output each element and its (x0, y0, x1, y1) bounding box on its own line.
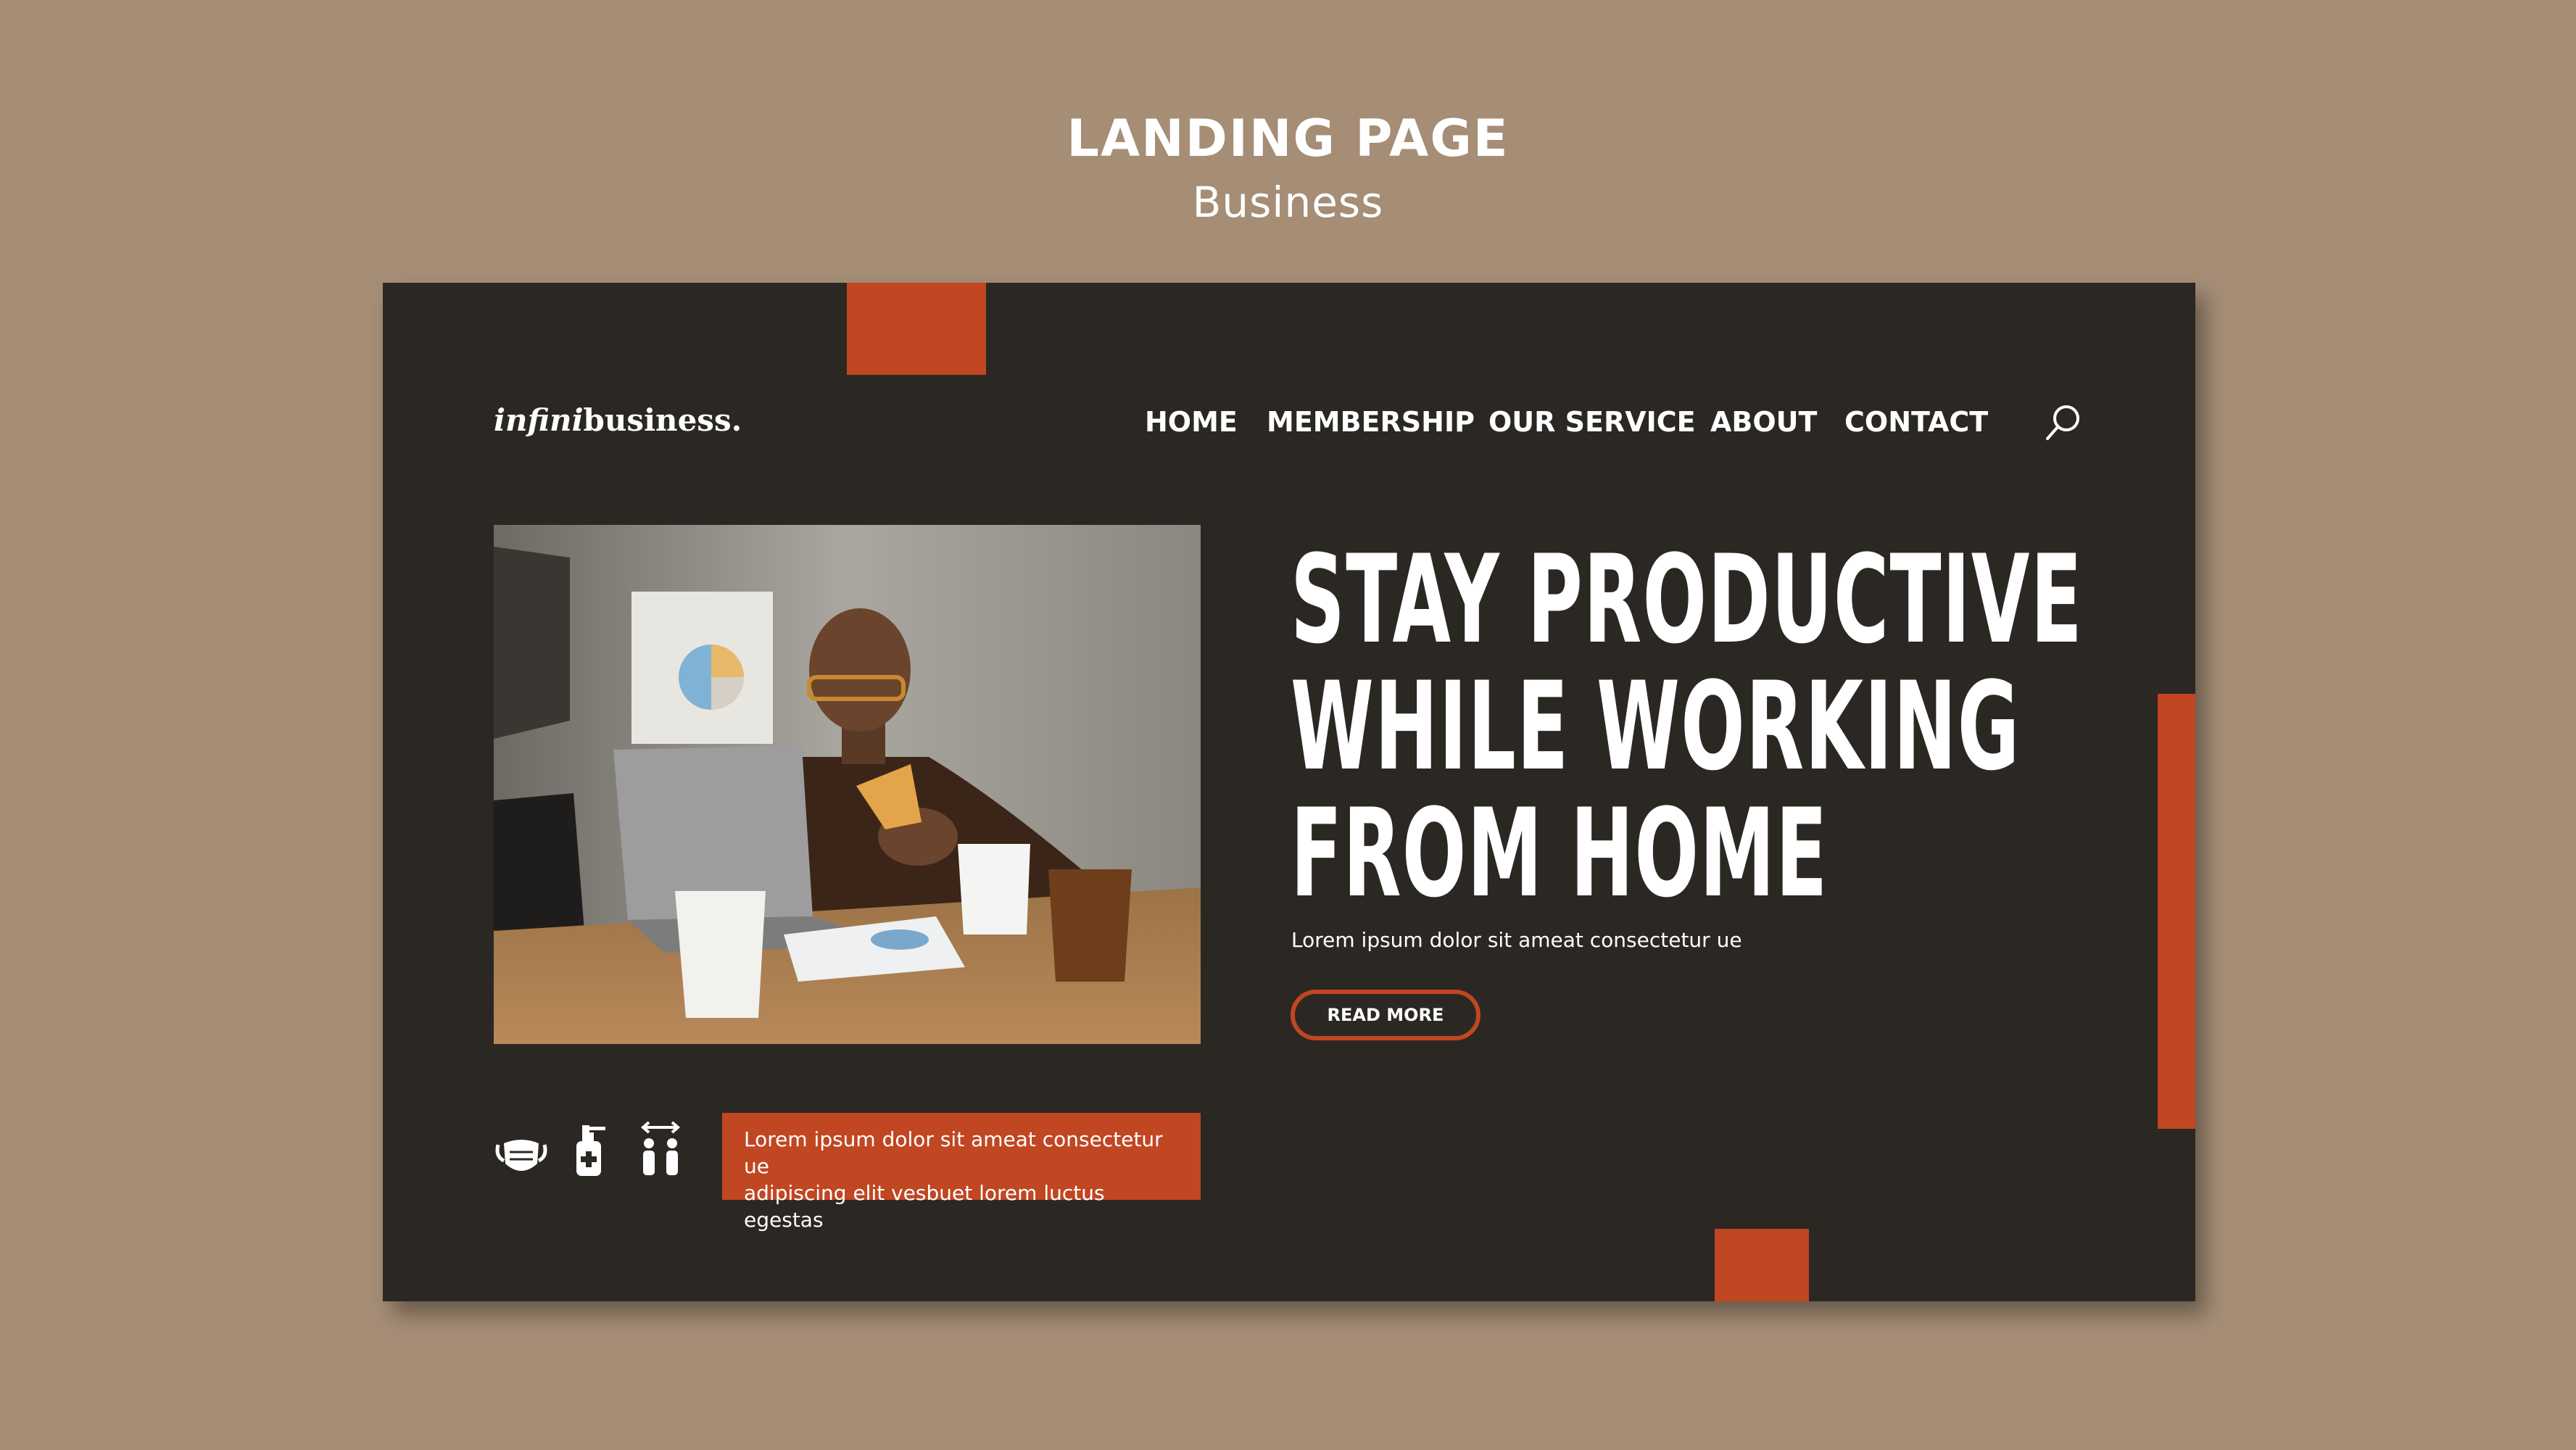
accent-bar-right (2158, 694, 2195, 1129)
landing-card: infinibusiness. HOME MEMBERSHIP OUR SERV… (383, 283, 2195, 1301)
accent-block-top (847, 283, 986, 375)
hand-sanitizer-icon (573, 1124, 610, 1182)
hero-subtext: Lorem ipsum dolor sit ameat consectetur … (1291, 928, 1742, 952)
hero-image (494, 525, 1201, 1044)
page-subtitle: Business (1192, 178, 1384, 227)
face-mask-icon (494, 1135, 549, 1182)
main-nav: HOME MEMBERSHIP OUR SERVICE ABOUT CONTAC… (383, 406, 2195, 442)
notice-line-2: adipiscing elit vesbuet lorem luctus ege… (744, 1181, 1105, 1232)
hero-headline: STAY PRODUCTIVE WHILE WORKING FROM HOME (1291, 529, 2084, 924)
search-icon[interactable] (2042, 401, 2085, 444)
nav-contact[interactable]: CONTACT (1844, 406, 1988, 438)
nav-membership[interactable]: MEMBERSHIP (1267, 406, 1475, 438)
read-more-button[interactable]: READ MORE (1291, 990, 1480, 1040)
headline-line-1: STAY PRODUCTIVE (1291, 529, 2084, 671)
social-distance-icon (639, 1120, 682, 1182)
headline-line-3: FROM HOME (1291, 782, 1829, 924)
headline-line-2: WHILE WORKING (1291, 655, 2021, 798)
notice-line-1: Lorem ipsum dolor sit ameat consectetur … (744, 1127, 1163, 1178)
nav-about[interactable]: ABOUT (1710, 406, 1817, 438)
nav-our-service[interactable]: OUR SERVICE (1488, 406, 1696, 438)
nav-home[interactable]: HOME (1145, 406, 1238, 438)
accent-block-bottom (1715, 1229, 1809, 1301)
page-title: LANDING PAGE (1067, 109, 1509, 168)
notice-box: Lorem ipsum dolor sit ameat consectetur … (722, 1113, 1201, 1232)
